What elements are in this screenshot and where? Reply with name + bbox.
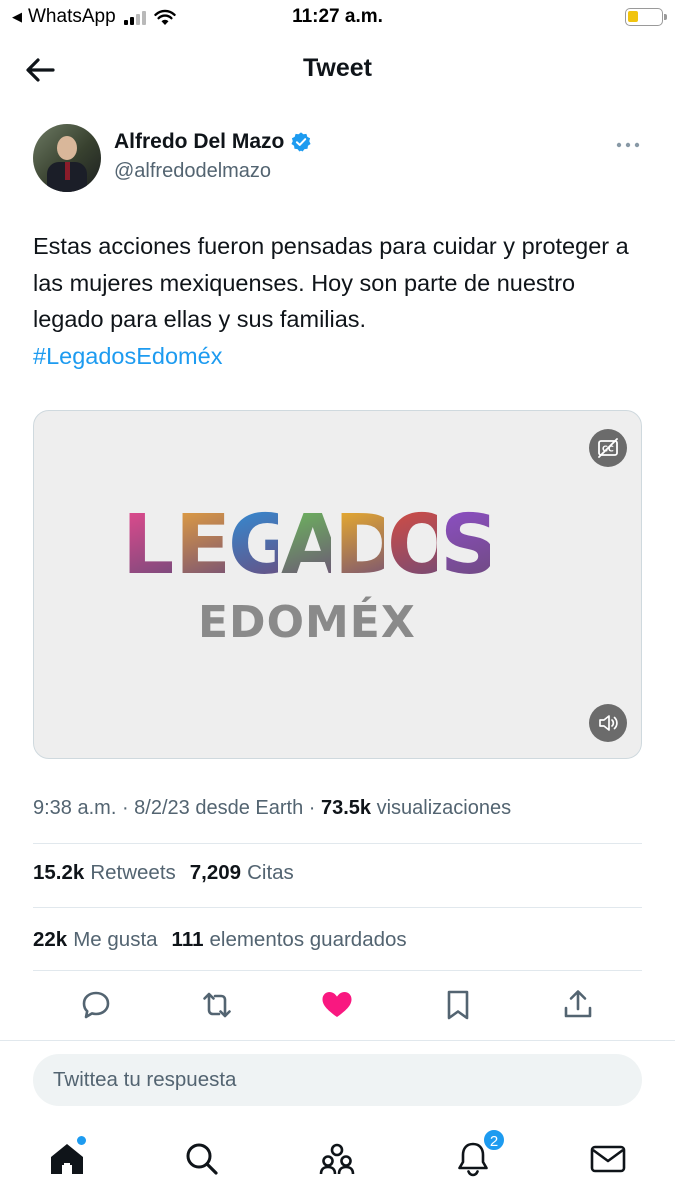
nav-messages[interactable] [589,1140,627,1178]
reply-icon[interactable] [79,988,113,1022]
notifications-badge: 2 [482,1128,506,1152]
captions-icon: CC [598,438,618,458]
bottom-nav: 2 [0,1128,675,1186]
legados-letter: S [440,498,500,593]
legados-title: LEGADOS [122,498,500,593]
reply-input[interactable]: Twittea tu respuesta [33,1054,642,1106]
tweet-video[interactable]: LEGADOS EDOMÉX CC [33,410,642,759]
divider [33,843,642,844]
tweet-text: Estas acciones fueron pensadas para cuid… [33,228,643,374]
legados-letter: O [387,498,457,593]
likes-stat[interactable]: 22k Me gusta [33,928,158,952]
reply-placeholder: Twittea tu respuesta [53,1068,237,1091]
tweet-meta: 9:38 a.m. · 8/2/23 desde Earth · 73.5k v… [33,797,512,819]
legados-letter: D [334,498,403,593]
retweets-stat[interactable]: 15.2k Retweets [33,861,176,885]
bookmarks-stat[interactable]: 111 elementos guardados [172,928,407,952]
nav-notifications[interactable]: 2 [454,1128,506,1178]
volume-button[interactable] [589,704,627,742]
avatar[interactable] [33,124,101,192]
more-icon[interactable] [615,136,641,154]
mail-icon [590,1145,626,1173]
views-count: 73.5k [320,797,372,819]
tweet-date: 8/2/23 [134,797,190,819]
communities-icon [319,1143,355,1175]
bookmark-icon[interactable] [441,988,475,1022]
author-name[interactable]: Alfredo Del Mazo [114,130,312,154]
tweet-time: 9:38 a.m. [33,797,117,819]
nav-communities[interactable] [318,1140,356,1178]
home-icon [51,1144,83,1174]
status-bar: ◀ WhatsApp 11:27 a.m. [0,0,675,36]
captions-button[interactable]: CC [589,429,627,467]
legados-letter: A [281,498,345,593]
verified-icon [291,132,311,152]
share-icon[interactable] [561,988,595,1022]
hashtag-link[interactable]: #LegadosEdoméx [33,338,643,375]
author-name-text: Alfredo Del Mazo [114,130,285,153]
page-title: Tweet [303,54,372,82]
tweet-body: Estas acciones fueron pensadas para cuid… [33,233,629,332]
tweet-source: desde Earth [195,797,304,819]
divider [33,907,642,908]
tweet-actions [0,984,675,1028]
stats-row-1: 15.2k Retweets 7,209 Citas [33,861,294,885]
edomex-subtitle: EDOMÉX [198,597,416,648]
heart-icon[interactable] [320,988,354,1022]
legados-letter: E [175,498,232,593]
views-label[interactable]: visualizaciones [377,797,512,819]
retweet-icon[interactable] [200,988,234,1022]
clock: 11:27 a.m. [292,6,383,27]
quotes-stat[interactable]: 7,209 Citas [190,861,294,885]
nav-search[interactable] [183,1140,221,1178]
header: Tweet [0,40,675,100]
divider [33,970,642,971]
battery-icon [625,8,667,26]
nav-home[interactable] [48,1136,86,1178]
divider [0,1040,675,1041]
author-handle[interactable]: @alfredodelmazo [114,160,271,183]
volume-icon [599,715,618,731]
legados-letter: G [228,498,296,593]
search-icon [186,1143,218,1175]
home-notification-dot [77,1136,86,1145]
legados-letter: L [122,498,175,593]
stats-row-2: 22k Me gusta 111 elementos guardados [33,928,407,952]
